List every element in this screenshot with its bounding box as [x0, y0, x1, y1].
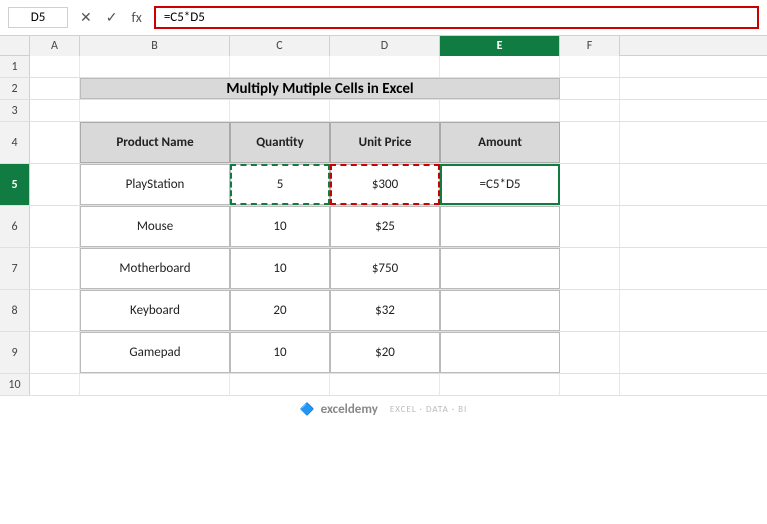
col-header-a[interactable]: A — [30, 36, 80, 56]
watermark-logo: exceldemy — [321, 402, 378, 417]
spreadsheet-grid: 1 2 Multiply Mutiple Cells in Excel 3 4 … — [0, 56, 767, 396]
watermark-tagline: EXCEL · DATA · BI — [390, 404, 467, 415]
cell-a5[interactable] — [30, 164, 80, 205]
cell-f7[interactable] — [560, 248, 620, 289]
cell-f8[interactable] — [560, 290, 620, 331]
cell-d10[interactable] — [330, 374, 440, 395]
row-header-9[interactable]: 9 — [0, 332, 30, 373]
formula-divider: ✕ ✓ fx — [76, 7, 146, 28]
cell-b8[interactable]: Keyboard — [80, 290, 230, 331]
grid-row-2: 2 Multiply Mutiple Cells in Excel — [0, 78, 767, 100]
cancel-icon[interactable]: ✕ — [76, 7, 96, 28]
row-header-8[interactable]: 8 — [0, 290, 30, 331]
cell-b1[interactable] — [80, 56, 230, 77]
grid-row-5: 5 PlayStation 5 $300 =C5*D5 — [0, 164, 767, 206]
cell-e10[interactable] — [440, 374, 560, 395]
grid-row-1: 1 — [0, 56, 767, 78]
cell-c7[interactable]: 10 — [230, 248, 330, 289]
cell-e5[interactable]: =C5*D5 — [440, 164, 560, 205]
grid-row-9: 9 Gamepad 10 $20 — [0, 332, 767, 374]
cell-f6[interactable] — [560, 206, 620, 247]
formula-bar-container: D5 ✕ ✓ fx =C5*D5 — [0, 0, 767, 36]
col-header-e[interactable]: E — [440, 36, 560, 56]
cell-b4-header[interactable]: Product Name — [80, 122, 230, 163]
cell-a8[interactable] — [30, 290, 80, 331]
watermark: 🔷 exceldemy EXCEL · DATA · BI — [0, 396, 767, 419]
cell-c6[interactable]: 10 — [230, 206, 330, 247]
cell-b9[interactable]: Gamepad — [80, 332, 230, 373]
cell-f9[interactable] — [560, 332, 620, 373]
cell-a7[interactable] — [30, 248, 80, 289]
cell-c4-header[interactable]: Quantity — [230, 122, 330, 163]
grid-row-8: 8 Keyboard 20 $32 — [0, 290, 767, 332]
cell-a6[interactable] — [30, 206, 80, 247]
grid-row-4: 4 Product Name Quantity Unit Price Amoun… — [0, 122, 767, 164]
row-header-4[interactable]: 4 — [0, 122, 30, 163]
cell-f4[interactable] — [560, 122, 620, 163]
cell-c3[interactable] — [230, 100, 330, 121]
grid-row-10: 10 — [0, 374, 767, 396]
cell-b6[interactable]: Mouse — [80, 206, 230, 247]
formula-input[interactable]: =C5*D5 — [154, 6, 759, 29]
corner-cell — [0, 36, 30, 55]
cell-f10[interactable] — [560, 374, 620, 395]
cell-c1[interactable] — [230, 56, 330, 77]
col-header-c[interactable]: C — [230, 36, 330, 56]
cell-c9[interactable]: 10 — [230, 332, 330, 373]
col-header-b[interactable]: B — [80, 36, 230, 56]
cell-e3[interactable] — [440, 100, 560, 121]
col-header-d[interactable]: D — [330, 36, 440, 56]
cell-d6[interactable]: $25 — [330, 206, 440, 247]
row-header-3[interactable]: 3 — [0, 100, 30, 121]
row-header-7[interactable]: 7 — [0, 248, 30, 289]
col-header-f[interactable]: F — [560, 36, 620, 56]
cell-a3[interactable] — [30, 100, 80, 121]
cell-d3[interactable] — [330, 100, 440, 121]
cell-f2[interactable] — [560, 78, 620, 99]
cell-a4[interactable] — [30, 122, 80, 163]
cell-d5[interactable]: $300 — [330, 164, 440, 205]
cell-a9[interactable] — [30, 332, 80, 373]
row-header-5[interactable]: 5 — [0, 164, 30, 205]
cell-b5[interactable]: PlayStation — [80, 164, 230, 205]
cell-d7[interactable]: $750 — [330, 248, 440, 289]
cell-a1[interactable] — [30, 56, 80, 77]
cell-e9[interactable] — [440, 332, 560, 373]
cell-f3[interactable] — [560, 100, 620, 121]
grid-row-7: 7 Motherboard 10 $750 — [0, 248, 767, 290]
cell-f5[interactable] — [560, 164, 620, 205]
cell-a10[interactable] — [30, 374, 80, 395]
row-header-6[interactable]: 6 — [0, 206, 30, 247]
row-header-2[interactable]: 2 — [0, 78, 30, 99]
cell-a2[interactable] — [30, 78, 80, 99]
column-headers: A B C D E F — [0, 36, 767, 56]
cell-b7[interactable]: Motherboard — [80, 248, 230, 289]
grid-row-3: 3 — [0, 100, 767, 122]
cell-b3[interactable] — [80, 100, 230, 121]
formula-fx-icon[interactable]: fx — [127, 7, 145, 28]
cell-c5[interactable]: 5 — [230, 164, 330, 205]
cell-c8[interactable]: 20 — [230, 290, 330, 331]
cell-c10[interactable] — [230, 374, 330, 395]
cell-b10[interactable] — [80, 374, 230, 395]
cell-d1[interactable] — [330, 56, 440, 77]
confirm-icon[interactable]: ✓ — [102, 7, 122, 28]
cell-d4-header[interactable]: Unit Price — [330, 122, 440, 163]
cell-e1[interactable] — [440, 56, 560, 77]
cell-f1[interactable] — [560, 56, 620, 77]
cell-e7[interactable] — [440, 248, 560, 289]
row-header-1[interactable]: 1 — [0, 56, 30, 77]
cell-d8[interactable]: $32 — [330, 290, 440, 331]
cell-e6[interactable] — [440, 206, 560, 247]
cell-d9[interactable]: $20 — [330, 332, 440, 373]
spreadsheet-title-cell: Multiply Mutiple Cells in Excel — [80, 78, 560, 99]
cell-e8[interactable] — [440, 290, 560, 331]
grid-row-6: 6 Mouse 10 $25 — [0, 206, 767, 248]
cell-e4-header[interactable]: Amount — [440, 122, 560, 163]
cell-reference-box[interactable]: D5 — [8, 7, 68, 28]
row-header-10[interactable]: 10 — [0, 374, 30, 395]
